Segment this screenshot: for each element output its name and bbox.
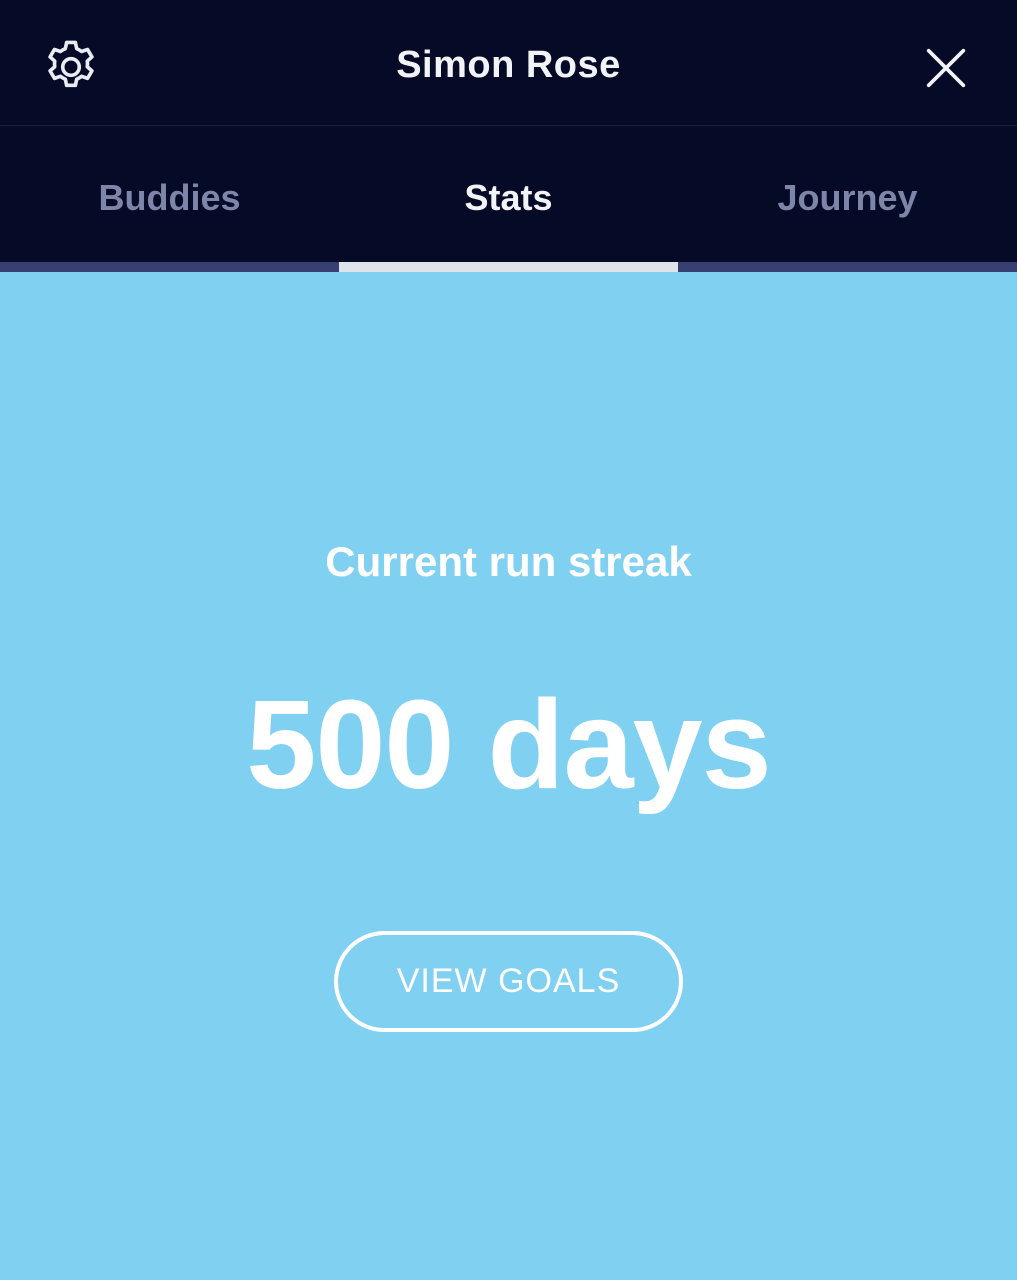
top-bar: Simon Rose <box>0 0 1017 126</box>
streak-value: 500 days <box>246 674 771 815</box>
active-tab-indicator <box>339 262 678 272</box>
tab-buddies[interactable]: Buddies <box>0 126 339 262</box>
tab-stats[interactable]: Stats <box>339 126 678 262</box>
tab-indicator-track <box>0 262 1017 272</box>
view-goals-button[interactable]: VIEW GOALS <box>334 931 683 1032</box>
tab-journey[interactable]: Journey <box>678 126 1017 262</box>
streak-label: Current run streak <box>325 538 692 585</box>
stats-panel: Current run streak 500 days VIEW GOALS <box>0 272 1017 1280</box>
tab-bar: Buddies Stats Journey <box>0 126 1017 262</box>
close-button[interactable] <box>920 42 972 94</box>
close-icon <box>920 42 972 94</box>
page-title: Simon Rose <box>396 44 621 86</box>
